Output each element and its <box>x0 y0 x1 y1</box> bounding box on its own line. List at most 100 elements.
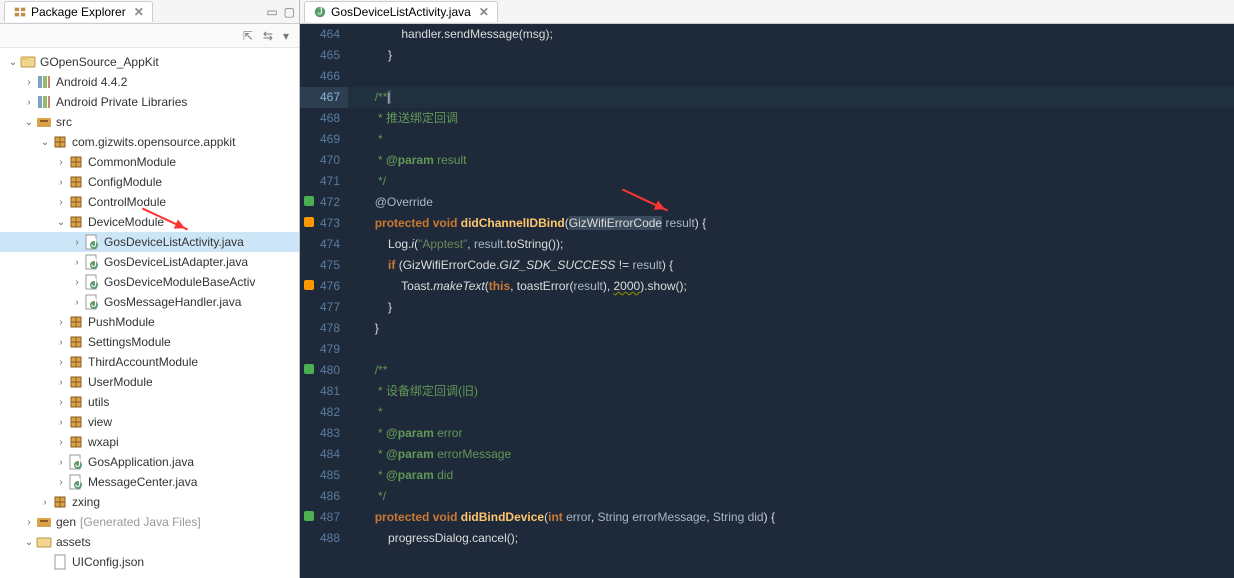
code-line[interactable] <box>348 339 1234 360</box>
chevron-right-icon[interactable]: › <box>54 177 68 188</box>
quickfix-marker-icon[interactable] <box>304 217 314 227</box>
chevron-right-icon[interactable]: › <box>70 257 84 268</box>
line-number[interactable]: 476 <box>300 276 348 297</box>
code-area[interactable]: handler.sendMessage(msg); } /**| * 推送绑定回… <box>348 24 1234 578</box>
override-marker-icon[interactable] <box>304 364 314 374</box>
tree-row[interactable]: ›ThirdAccountModule <box>0 352 299 372</box>
code-line[interactable]: * <box>348 402 1234 423</box>
code-line[interactable]: } <box>348 318 1234 339</box>
code-line[interactable]: } <box>348 297 1234 318</box>
chevron-right-icon[interactable]: › <box>54 337 68 348</box>
chevron-right-icon[interactable]: › <box>38 497 52 508</box>
chevron-right-icon[interactable]: › <box>54 477 68 488</box>
chevron-right-icon[interactable]: › <box>54 357 68 368</box>
code-line[interactable]: protected void didChannelIDBind(GizWifiE… <box>348 213 1234 234</box>
line-number[interactable]: 485 <box>300 465 348 486</box>
chevron-right-icon[interactable]: › <box>70 237 84 248</box>
tree-row[interactable]: ›utils <box>0 392 299 412</box>
chevron-right-icon[interactable]: › <box>70 297 84 308</box>
chevron-down-icon[interactable]: ⌄ <box>6 57 20 68</box>
collapse-all-icon[interactable]: ⇱ <box>243 29 253 43</box>
code-line[interactable]: Toast.makeText(this, toastError(result),… <box>348 276 1234 297</box>
tree-row[interactable]: ›UserModule <box>0 372 299 392</box>
tree-row[interactable]: ›JMessageCenter.java <box>0 472 299 492</box>
line-number[interactable]: 478 <box>300 318 348 339</box>
link-with-editor-icon[interactable]: ⇆ <box>263 29 273 43</box>
code-line[interactable]: * <box>348 129 1234 150</box>
line-number[interactable]: 467 <box>300 87 348 108</box>
line-number[interactable]: 466 <box>300 66 348 87</box>
code-line[interactable] <box>348 66 1234 87</box>
tree-row[interactable]: ›SettingsModule <box>0 332 299 352</box>
code-line[interactable]: * @param did <box>348 465 1234 486</box>
quickfix-marker-icon[interactable] <box>304 280 314 290</box>
chevron-down-icon[interactable]: ⌄ <box>22 117 36 128</box>
chevron-right-icon[interactable]: › <box>54 417 68 428</box>
line-number[interactable]: 484 <box>300 444 348 465</box>
code-line[interactable]: Log.i("Apptest", result.toString()); <box>348 234 1234 255</box>
tree-row[interactable]: ›JGosMessageHandler.java <box>0 292 299 312</box>
code-editor[interactable]: 4644654664674684694704714724734744754764… <box>300 24 1234 578</box>
line-number[interactable]: 480 <box>300 360 348 381</box>
chevron-right-icon[interactable]: › <box>22 517 36 528</box>
override-marker-icon[interactable] <box>304 511 314 521</box>
chevron-down-icon[interactable]: ⌄ <box>54 217 68 228</box>
line-number[interactable]: 468 <box>300 108 348 129</box>
line-number[interactable]: 477 <box>300 297 348 318</box>
code-line[interactable]: protected void didBindDevice(int error, … <box>348 507 1234 528</box>
code-line[interactable]: /** <box>348 360 1234 381</box>
tree-row[interactable]: ⌄DeviceModule <box>0 212 299 232</box>
package-explorer-tab[interactable]: Package Explorer ✕ <box>4 1 153 22</box>
tree-row[interactable]: ›JGosDeviceListAdapter.java <box>0 252 299 272</box>
code-line[interactable]: * @param result <box>348 150 1234 171</box>
close-icon[interactable]: ✕ <box>134 5 144 19</box>
code-line[interactable]: * @param error <box>348 423 1234 444</box>
line-number[interactable]: 470 <box>300 150 348 171</box>
line-number[interactable]: 464 <box>300 24 348 45</box>
tree-row[interactable]: ›view <box>0 412 299 432</box>
code-line[interactable]: * 设备绑定回调(旧) <box>348 381 1234 402</box>
maximize-icon[interactable]: ▢ <box>284 5 295 19</box>
chevron-right-icon[interactable]: › <box>54 317 68 328</box>
chevron-right-icon[interactable]: › <box>54 377 68 388</box>
line-number[interactable]: 483 <box>300 423 348 444</box>
tree-row[interactable]: ›JGosApplication.java <box>0 452 299 472</box>
chevron-right-icon[interactable]: › <box>22 97 36 108</box>
tree-row[interactable]: ›JGosDeviceModuleBaseActiv <box>0 272 299 292</box>
chevron-right-icon[interactable]: › <box>54 197 68 208</box>
line-number[interactable]: 487 <box>300 507 348 528</box>
line-number[interactable]: 471 <box>300 171 348 192</box>
tree-row[interactable]: ›PushModule <box>0 312 299 332</box>
code-line[interactable]: progressDialog.cancel(); <box>348 528 1234 549</box>
tree-row[interactable]: ›zxing <box>0 492 299 512</box>
chevron-right-icon[interactable]: › <box>54 157 68 168</box>
code-line[interactable]: /**| <box>348 87 1234 108</box>
code-line[interactable]: } <box>348 45 1234 66</box>
chevron-right-icon[interactable]: › <box>54 397 68 408</box>
code-line[interactable]: */ <box>348 486 1234 507</box>
chevron-down-icon[interactable]: ⌄ <box>22 537 36 548</box>
line-number[interactable]: 488 <box>300 528 348 549</box>
line-number[interactable]: 474 <box>300 234 348 255</box>
tree-row[interactable]: ›wxapi <box>0 432 299 452</box>
line-number[interactable]: 473 <box>300 213 348 234</box>
tree-row[interactable]: ›gen[Generated Java Files] <box>0 512 299 532</box>
editor-tab[interactable]: J GosDeviceListActivity.java ✕ <box>304 1 498 22</box>
tree-row[interactable]: ⌄assets <box>0 532 299 552</box>
code-line[interactable]: */ <box>348 171 1234 192</box>
minimize-icon[interactable]: ▭ <box>266 5 277 19</box>
line-number[interactable]: 486 <box>300 486 348 507</box>
code-line[interactable]: if (GizWifiErrorCode.GIZ_SDK_SUCCESS != … <box>348 255 1234 276</box>
code-line[interactable]: handler.sendMessage(msg); <box>348 24 1234 45</box>
line-number[interactable]: 482 <box>300 402 348 423</box>
code-line[interactable]: * @param errorMessage <box>348 444 1234 465</box>
tree-row[interactable]: ⌄src <box>0 112 299 132</box>
close-icon[interactable]: ✕ <box>479 5 489 19</box>
chevron-right-icon[interactable]: › <box>70 277 84 288</box>
line-number[interactable]: 475 <box>300 255 348 276</box>
tree-row[interactable]: ›Android Private Libraries <box>0 92 299 112</box>
chevron-right-icon[interactable]: › <box>54 457 68 468</box>
chevron-right-icon[interactable]: › <box>54 437 68 448</box>
chevron-down-icon[interactable]: ⌄ <box>38 137 52 148</box>
override-marker-icon[interactable] <box>304 196 314 206</box>
